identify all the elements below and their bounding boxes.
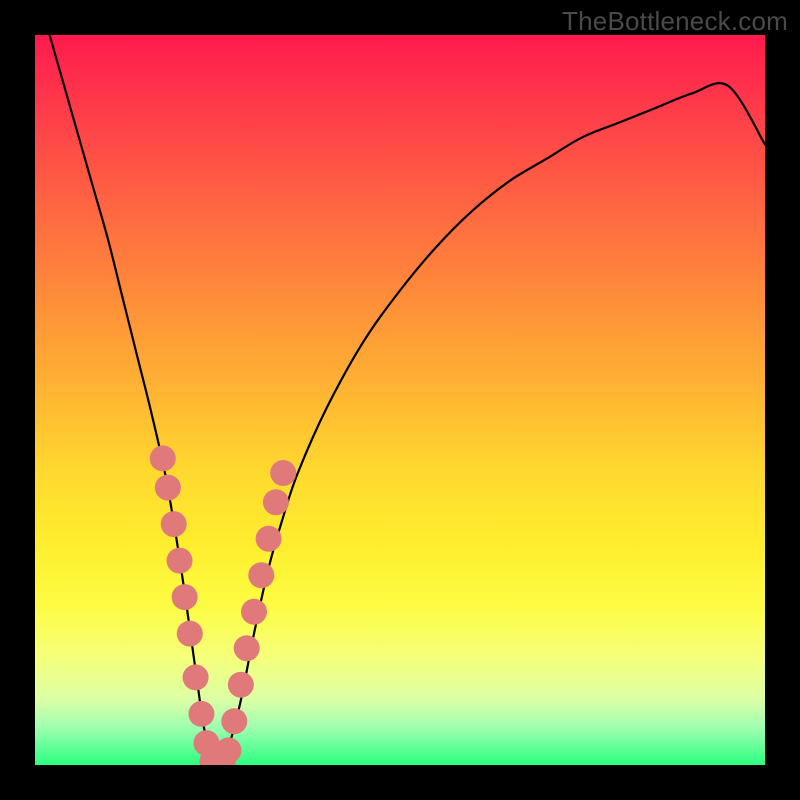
- plot-area: [35, 35, 765, 765]
- data-marker: [263, 489, 289, 515]
- data-markers: [150, 445, 296, 765]
- data-marker: [241, 599, 267, 625]
- data-marker: [228, 672, 254, 698]
- data-marker: [161, 511, 187, 537]
- data-marker: [167, 548, 193, 574]
- data-marker: [221, 708, 247, 734]
- data-marker: [172, 584, 198, 610]
- data-marker: [188, 701, 214, 727]
- attribution-label: TheBottleneck.com: [562, 6, 788, 37]
- data-marker: [155, 475, 181, 501]
- data-marker: [177, 621, 203, 647]
- data-marker: [150, 445, 176, 471]
- data-marker: [215, 737, 241, 763]
- data-marker: [183, 664, 209, 690]
- chart-frame: TheBottleneck.com: [0, 0, 800, 800]
- data-marker: [234, 635, 260, 661]
- bottleneck-curve: [50, 35, 765, 765]
- chart-svg: [35, 35, 765, 765]
- data-marker: [270, 460, 296, 486]
- data-marker: [256, 526, 282, 552]
- data-marker: [248, 562, 274, 588]
